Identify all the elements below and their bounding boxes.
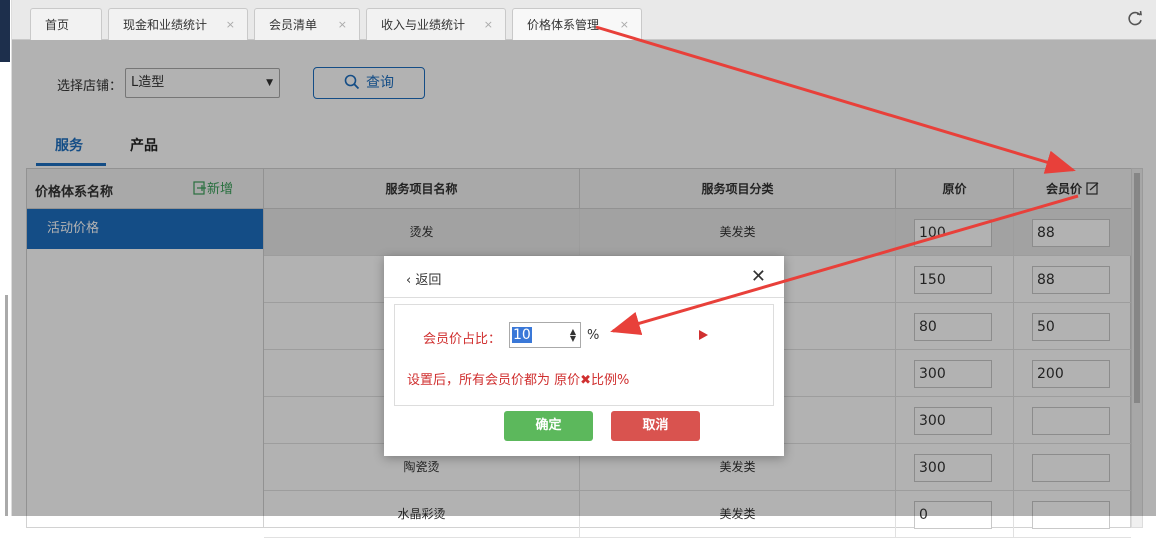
percent-sign: % — [587, 328, 600, 343]
dialog-body: 会员价占比： 10 ▲ ▼ % 设置后，所有会员价都为 原价✖比例% — [394, 304, 774, 406]
tab-member-list[interactable]: 会员清单 × — [254, 8, 360, 40]
left-frame-dark-block — [0, 0, 10, 62]
tab-income-performance[interactable]: 收入与业绩统计 × — [366, 8, 506, 40]
left-frame-edge — [0, 0, 12, 516]
back-button[interactable]: ‹ 返回 — [406, 269, 441, 288]
tab-label: 现金和业绩统计 — [123, 18, 208, 32]
close-icon[interactable]: × — [226, 9, 235, 41]
ratio-input-value: 10 — [512, 327, 532, 343]
tab-label: 会员清单 — [269, 18, 318, 32]
close-icon[interactable]: ✕ — [751, 266, 766, 287]
chevron-left-icon: ‹ — [406, 273, 412, 288]
back-button-label: 返回 — [415, 273, 442, 288]
close-icon[interactable]: × — [620, 9, 629, 41]
tab-label: 首页 — [45, 18, 70, 32]
ratio-hint: 设置后，所有会员价都为 原价✖比例% — [407, 373, 630, 388]
tab-home[interactable]: 首页 — [30, 8, 102, 40]
ratio-input[interactable]: 10 ▲ ▼ — [509, 322, 581, 348]
ratio-label: 会员价占比： — [423, 332, 502, 347]
dialog-header: ‹ 返回 ✕ — [384, 256, 784, 298]
tab-label: 价格体系管理 — [527, 18, 600, 32]
triangle-marker-icon — [699, 330, 708, 340]
confirm-button[interactable]: 确定 — [504, 411, 593, 441]
close-icon[interactable]: × — [338, 9, 347, 41]
member-price-ratio-dialog: ‹ 返回 ✕ 会员价占比： 10 ▲ ▼ % 设置后，所有会员价都为 原价✖比例%… — [384, 256, 784, 456]
close-icon[interactable]: × — [484, 9, 493, 41]
cancel-button[interactable]: 取消 — [611, 411, 700, 441]
tab-bar: 首页 现金和业绩统计 × 会员清单 × 收入与业绩统计 × 价格体系管理 × — [12, 0, 1156, 40]
spinner-arrows-icon[interactable]: ▲ ▼ — [570, 328, 576, 343]
tab-price-system[interactable]: 价格体系管理 × — [512, 8, 642, 40]
left-frame-scrollbar[interactable] — [5, 295, 8, 516]
refresh-icon[interactable] — [1126, 10, 1144, 28]
tab-cash-performance[interactable]: 现金和业绩统计 × — [108, 8, 248, 40]
tab-label: 收入与业绩统计 — [381, 18, 466, 32]
